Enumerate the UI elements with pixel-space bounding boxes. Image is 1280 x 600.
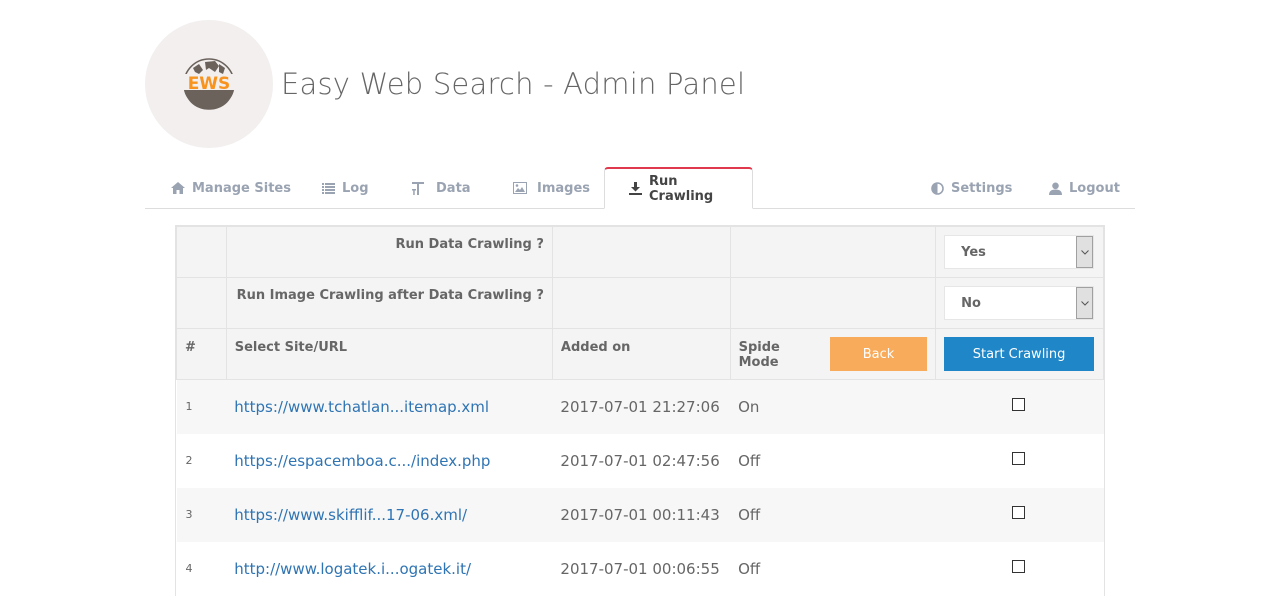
header: EWS Easy Web Search - Admin Panel xyxy=(145,20,745,148)
column-header-num: # xyxy=(176,328,227,380)
tab-label: Images xyxy=(537,180,591,196)
tab-label: Run Crawling xyxy=(649,173,714,204)
run-image-crawling-select[interactable]: No xyxy=(944,286,1094,320)
start-crawling-button[interactable]: Start Crawling xyxy=(944,337,1095,371)
added-on: 2017-07-01 00:06:55 xyxy=(552,541,731,596)
download-icon xyxy=(629,182,642,195)
crawl-table: Run Data Crawling ? Yes Run Image Crawli… xyxy=(176,226,1104,596)
option-row-data-crawling: Run Data Crawling ? Yes xyxy=(176,226,1104,278)
added-on: 2017-07-01 02:47:56 xyxy=(552,433,731,488)
tab-label: Settings xyxy=(951,180,1013,196)
spider-mode: On xyxy=(730,379,936,434)
run-data-crawling-select[interactable]: Yes xyxy=(944,235,1094,269)
globe-icon: EWS xyxy=(183,58,235,110)
select-value: Yes xyxy=(961,244,986,260)
user-icon xyxy=(1049,182,1062,195)
site-url-link[interactable]: https://www.skifflif...17-06.xml/ xyxy=(226,506,467,524)
select-site-checkbox[interactable] xyxy=(1012,398,1026,412)
table-row: 4 http://www.logatek.i...ogatek.it/2017-0… xyxy=(176,541,1104,596)
chevron-down-icon[interactable] xyxy=(1076,287,1093,319)
tab-images[interactable]: Images xyxy=(513,167,590,209)
svg-text:EWS: EWS xyxy=(188,74,231,94)
tab-data[interactable]: Data xyxy=(411,167,471,209)
site-url-link[interactable]: http://www.logatek.i...ogatek.it/ xyxy=(226,560,471,578)
picture-icon xyxy=(513,182,527,194)
site-url-link[interactable]: https://www.tchatlan...itemap.xml xyxy=(226,398,489,416)
run-image-crawling-label: Run Image Crawling after Data Crawling ? xyxy=(225,277,553,329)
home-icon xyxy=(171,182,185,194)
chevron-down-icon[interactable] xyxy=(1076,236,1093,268)
row-number: 1 xyxy=(176,379,227,434)
table-row: 1 https://www.tchatlan...itemap.xml 2017-0… xyxy=(176,379,1104,434)
column-header-added: Added on xyxy=(551,328,731,380)
tab-label: Logout xyxy=(1069,180,1120,196)
list-icon xyxy=(322,182,335,194)
tab-run-crawling[interactable]: Run Crawling xyxy=(604,167,753,209)
tab-label: Data xyxy=(436,180,471,196)
column-header-site: Select Site/URL xyxy=(225,328,553,380)
row-number: 2 xyxy=(176,433,227,488)
select-site-checkbox[interactable] xyxy=(1012,560,1026,573)
run-data-crawling-label: Run Data Crawling ? xyxy=(225,226,553,278)
row-number: 3 xyxy=(176,487,227,542)
table-row: 2 https://espacemboa.c.../index.php 2017-0… xyxy=(176,433,1104,488)
added-on: 2017-07-01 21:27:06 xyxy=(552,379,731,434)
option-row-image-crawling: Run Image Crawling after Data Crawling ?… xyxy=(176,277,1104,329)
adjust-icon xyxy=(931,181,944,195)
select-site-checkbox[interactable] xyxy=(1012,506,1026,519)
logo[interactable]: EWS xyxy=(145,20,273,148)
table-row: 3 https://www.skifflif...17-06.xml/2017-0… xyxy=(176,487,1104,542)
select-site-checkbox[interactable] xyxy=(1012,452,1026,465)
tab-settings[interactable]: Settings xyxy=(931,167,1012,209)
text-height-icon xyxy=(411,181,425,195)
crawl-panel: Run Data Crawling ? Yes Run Image Crawli… xyxy=(175,225,1105,596)
nav-tabs: Manage Sites Log Data Images Run Crawlin… xyxy=(145,167,1135,209)
back-button[interactable]: Back xyxy=(829,337,928,371)
spider-mode: Off xyxy=(730,433,936,488)
tab-label: Log xyxy=(342,180,369,196)
site-url-link[interactable]: https://espacemboa.c.../index.php xyxy=(226,452,490,470)
tab-log[interactable]: Log xyxy=(322,167,369,209)
page-title: Easy Web Search - Admin Panel xyxy=(281,67,746,101)
spider-mode: Off xyxy=(730,487,936,542)
row-number: 4 xyxy=(176,541,227,596)
tab-logout[interactable]: Logout xyxy=(1049,167,1120,209)
column-header-mode: Spide Mode xyxy=(738,340,780,370)
spider-mode: Off xyxy=(730,541,936,596)
table-header-row: # Select Site/URL Added on Spide Mode Ba… xyxy=(176,328,1104,380)
tab-manage-sites[interactable]: Manage Sites xyxy=(171,167,291,209)
select-value: No xyxy=(961,295,981,311)
tab-label: Manage Sites xyxy=(192,180,291,196)
added-on: 2017-07-01 00:11:43 xyxy=(552,487,731,542)
